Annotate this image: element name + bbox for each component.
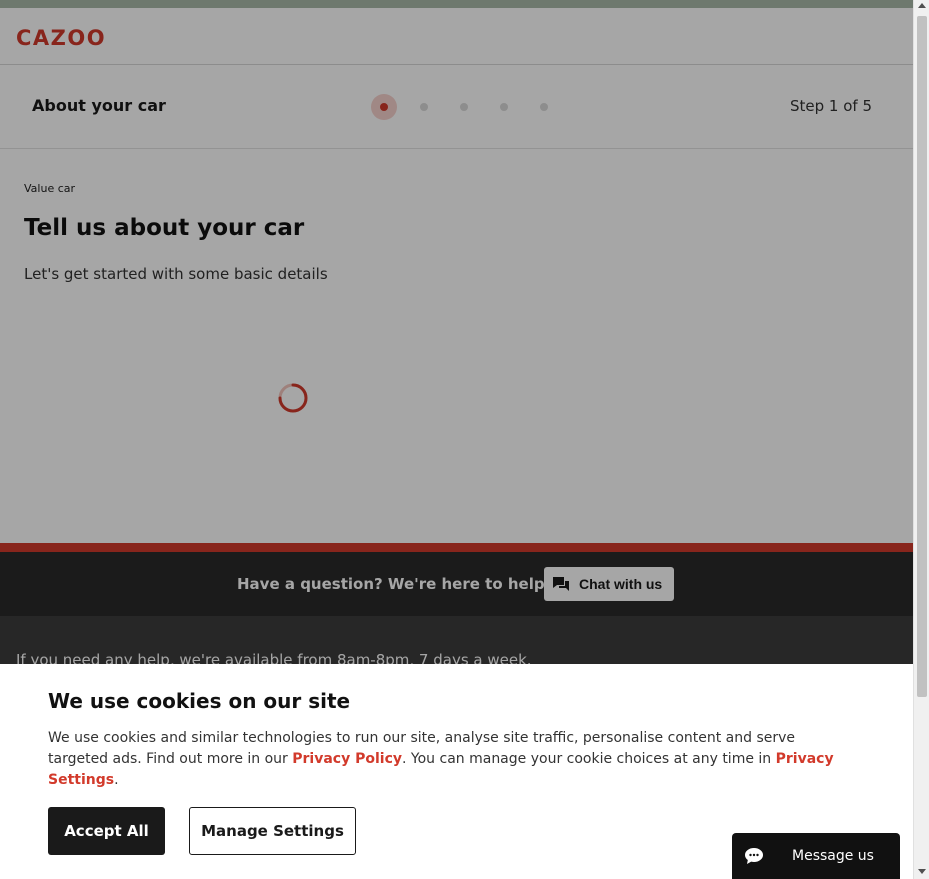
scroll-down-arrow-icon[interactable] [918,869,926,874]
cookie-dim-overlay [0,0,913,664]
scrollbar-thumb[interactable] [917,16,927,697]
privacy-policy-link[interactable]: Privacy Policy [292,751,402,767]
page-viewport: CAZOO About your car Step 1 of 5 Value c… [0,0,913,879]
message-us-label: Message us [792,848,874,864]
accept-all-button[interactable]: Accept All [48,807,165,855]
cookie-text-part3: . [114,772,119,788]
cookie-banner-text: We use cookies and similar technologies … [48,728,838,791]
message-bubble-icon [745,848,763,864]
scroll-up-arrow-icon[interactable] [918,3,926,8]
cookie-banner-title: We use cookies on our site [48,689,351,713]
manage-settings-button[interactable]: Manage Settings [189,807,356,855]
page-scrollbar[interactable] [913,0,929,879]
cookie-text-part2: . You can manage your cookie choices at … [402,751,776,767]
message-us-widget[interactable]: Message us [732,833,900,879]
